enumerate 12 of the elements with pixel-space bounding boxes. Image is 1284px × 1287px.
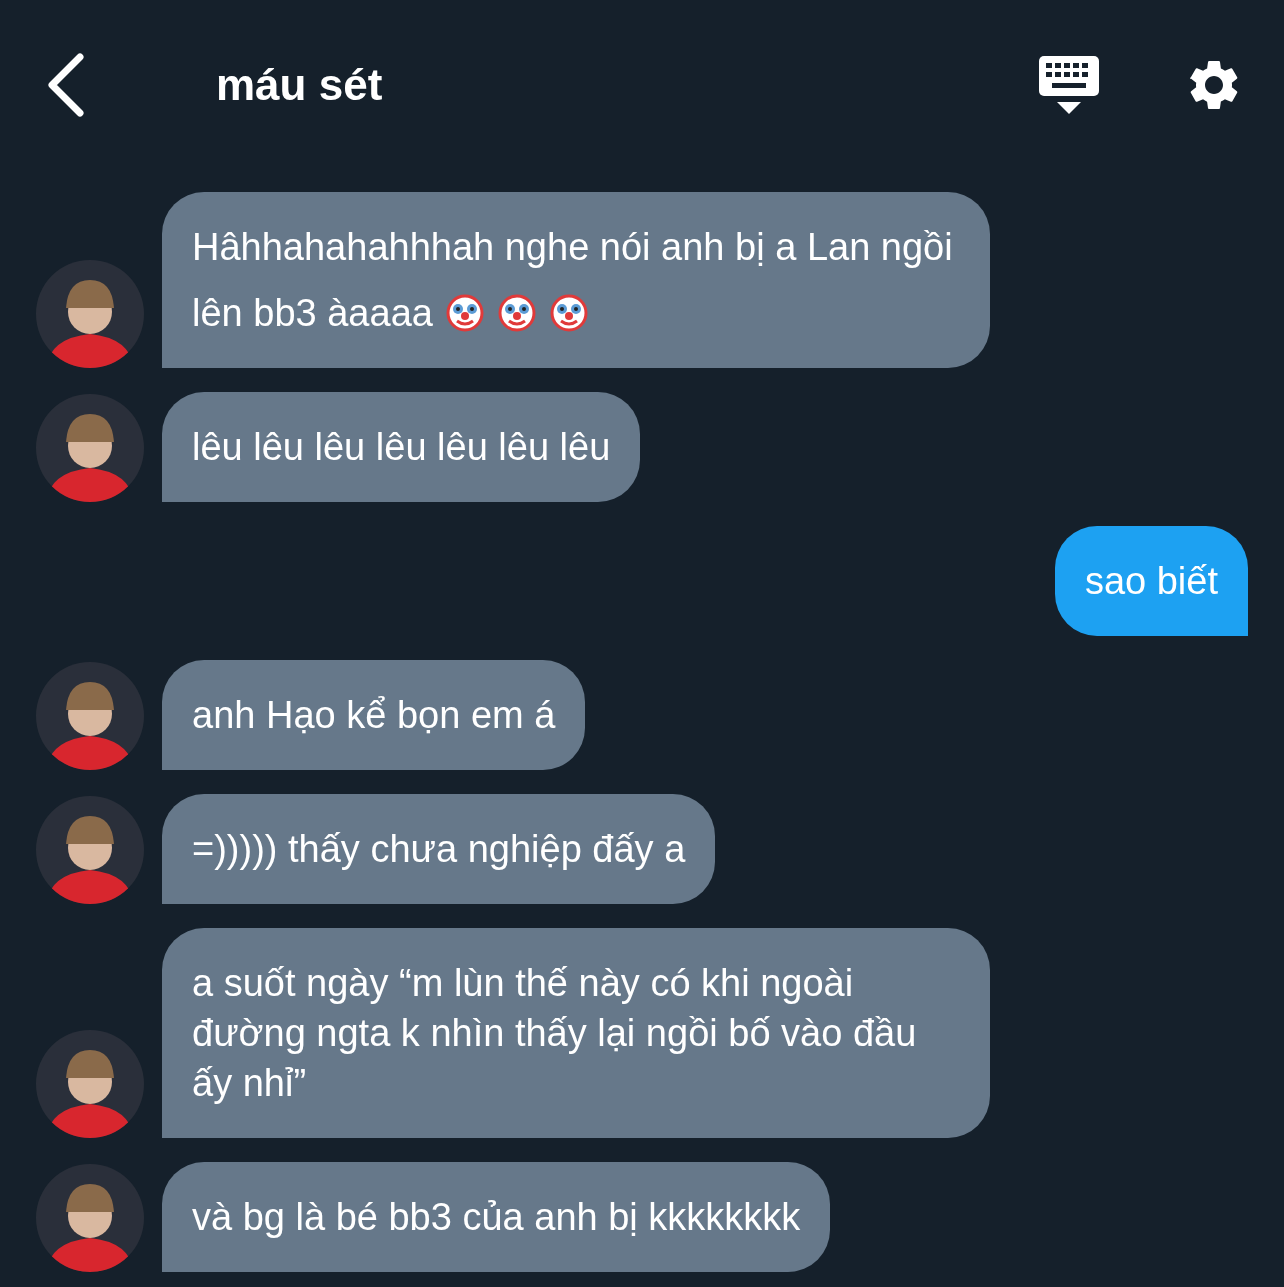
keyboard-icon[interactable] bbox=[1038, 54, 1100, 116]
clown-face-icon bbox=[548, 292, 589, 332]
clown-face-icon bbox=[444, 292, 485, 332]
message-bubble: =))))) thấy chưa nghiệp đấy a bbox=[162, 794, 716, 904]
message-bubble: lêu lêu lêu lêu lêu lêu lêu bbox=[162, 392, 641, 502]
clown-face-icon bbox=[496, 292, 537, 332]
message-bubble: và bg là bé bb3 của anh bị kkkkkkkk bbox=[162, 1162, 831, 1272]
message-bubble: Hâhhahahahhhah nghe nói anh bị a Lan ngồi lên bb3 àaaaa bbox=[162, 192, 990, 368]
chat-title: máu sét bbox=[216, 60, 384, 110]
message-bubble: anh Hạo kể bọn em á bbox=[162, 660, 586, 770]
message-bubble: a suốt ngày “m lùn thế này có khi ngoài đường ngta k nhìn thấy lại ngồi bố vào đầu ấy nhỉ” bbox=[162, 928, 990, 1138]
message-bubble: sao biết bbox=[1054, 526, 1248, 636]
